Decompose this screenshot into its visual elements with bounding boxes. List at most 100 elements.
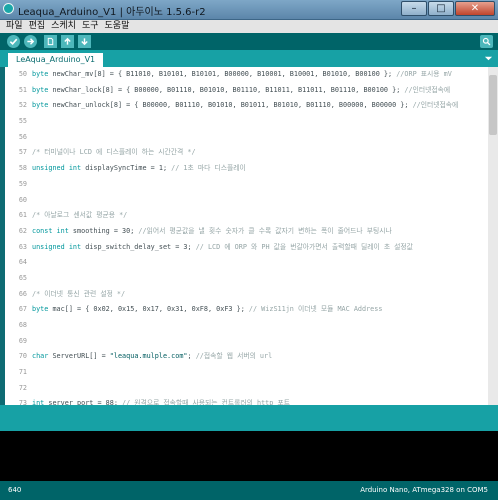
code-token: unsigned int xyxy=(32,242,82,251)
line-number: 61 xyxy=(18,211,27,220)
arduino-app-icon xyxy=(3,3,14,14)
code-text: byte newChar_lock[8] = { B00000, B01110,… xyxy=(32,83,450,99)
line-number: 50 xyxy=(18,70,27,78)
code-text: byte newChar_mv[8] = { B11010, B10101, B… xyxy=(32,67,452,83)
code-token: displaySyncTime = 1; xyxy=(81,164,172,173)
editor-scrollbar[interactable] xyxy=(488,67,498,405)
minimize-button[interactable]: – xyxy=(401,1,427,16)
line-number: 71 xyxy=(18,368,27,377)
line-number: 63 xyxy=(18,242,27,251)
code-token: // WizS11jn 이더넷 모듈 MAC Address xyxy=(248,305,383,314)
line-number: 60 xyxy=(18,195,27,204)
line-number: 68 xyxy=(18,321,27,329)
menu-bar: 파일 편집 스케치 도구 도움말 xyxy=(0,20,498,33)
code-token: //인터넷접속에 xyxy=(412,101,459,110)
code-line: 70 char ServerURL[] = "leaqua.mulple.com"… xyxy=(5,349,488,365)
line-number: 52 xyxy=(18,101,27,110)
code-text: int server_port = 88; // 원격으로 접속할때 사용되는 … xyxy=(32,396,290,405)
code-token: //읽어서 평균값을 낼 횟수 숫자가 클 수록 값자기 변하는 폭이 줄어드나… xyxy=(138,226,392,235)
verify-button[interactable] xyxy=(7,35,20,48)
code-text: unsigned int disp_switch_delay_set = 3; … xyxy=(32,240,413,256)
code-token: smoothing = 30; xyxy=(68,226,139,235)
arrow-right-icon xyxy=(27,38,35,45)
code-token: ServerURL[] = xyxy=(48,352,110,361)
code-token: const int xyxy=(32,226,69,235)
new-file-icon xyxy=(47,37,54,46)
code-line: 66 /* 이더넷 통신 관련 설정 */ xyxy=(5,287,488,303)
code-text: char ServerURL[] = "leaqua.mulple.com"; … xyxy=(32,349,272,365)
code-line: 56 xyxy=(5,130,488,146)
code-token: ; xyxy=(187,352,196,361)
status-bar: 640 Arduino Nano, ATmega328 on COM5 xyxy=(0,481,498,500)
code-line: 67 byte mac[] = { 0x02, 0x15, 0x17, 0x31,… xyxy=(5,302,488,318)
code-token: "leaqua.mulple.com" xyxy=(109,352,188,361)
line-number: 69 xyxy=(18,336,27,345)
line-number-indicator: 640 xyxy=(8,486,22,494)
close-button[interactable]: ✕ xyxy=(455,1,495,16)
line-number: 59 xyxy=(18,179,27,188)
menu-sketch[interactable]: 스케치 xyxy=(48,20,79,33)
code-line: 63 unsigned int disp_switch_delay_set = 3… xyxy=(5,240,488,256)
code-token: // LCD 에 ORP 와 PH 값을 번갈아가면서 출력할때 딜레이 초 설… xyxy=(195,242,413,251)
code-line: 55 xyxy=(5,114,488,130)
maximize-button[interactable]: □ xyxy=(428,1,454,16)
tab-bar: LeAqua_Arduino_V1 xyxy=(0,50,498,67)
code-token: disp_switch_delay_set = 3; xyxy=(81,242,196,251)
serial-monitor-button[interactable] xyxy=(480,35,493,48)
window-title: Leaqua_Arduino_V1 | 아두이노 1.5.6-r2 xyxy=(18,7,206,18)
tab-menu-arrow-icon[interactable] xyxy=(484,54,493,63)
check-icon xyxy=(9,38,18,46)
new-button[interactable] xyxy=(44,35,57,48)
upload-button[interactable] xyxy=(24,35,37,48)
menu-file[interactable]: 파일 xyxy=(0,20,26,33)
line-number: 70 xyxy=(18,352,27,361)
code-line: 68 xyxy=(5,318,488,334)
code-editor[interactable]: 50 byte newChar_mv[8] = { B11010, B10101,… xyxy=(5,67,488,405)
ide-window: Leaqua_Arduino_V1 | 아두이노 1.5.6-r2 – □ ✕ … xyxy=(0,0,498,500)
code-line: 57 /* 터미널이나 LCD 에 디스플레이 하는 시간간격 */ xyxy=(5,145,488,161)
code-text: byte newChar_unlock[8] = { B00000, B0111… xyxy=(32,98,458,114)
code-token: newChar_unlock[8] = { B00000, B01110, B0… xyxy=(48,101,413,110)
code-text: unsigned int displaySyncTime = 1; // 1초 … xyxy=(32,161,246,177)
arrow-down-icon xyxy=(81,38,88,46)
scrollbar-thumb[interactable] xyxy=(489,75,497,135)
code-text: /* 터미널이나 LCD 에 디스플레이 하는 시간간격 */ xyxy=(32,145,196,161)
line-number: 62 xyxy=(18,226,27,235)
code-token: /* 아날로그 센서값 평균용 */ xyxy=(32,211,128,220)
tab-leaqua-arduino-v1[interactable]: LeAqua_Arduino_V1 xyxy=(8,53,104,67)
line-number: 58 xyxy=(18,164,27,173)
title-bar: Leaqua_Arduino_V1 | 아두이노 1.5.6-r2 – □ ✕ xyxy=(0,0,498,20)
arrow-up-icon xyxy=(64,37,71,45)
board-port-indicator: Arduino Nano, ATmega328 on COM5 xyxy=(360,486,488,494)
code-token: byte xyxy=(32,70,49,78)
line-number: 65 xyxy=(18,273,27,282)
line-number: 51 xyxy=(18,85,27,94)
code-token: byte xyxy=(32,101,49,110)
code-line: 69 xyxy=(5,334,488,350)
code-token: //접속할 웹 서버의 url xyxy=(195,352,273,361)
line-number: 72 xyxy=(18,383,27,392)
menu-tools[interactable]: 도구 xyxy=(79,20,102,33)
code-line: 71 xyxy=(5,365,488,381)
code-line: 72 xyxy=(5,381,488,397)
code-token: /* 이더넷 통신 관련 설정 */ xyxy=(32,289,126,298)
code-line: 60 xyxy=(5,193,488,209)
code-line: 65 xyxy=(5,271,488,287)
line-number: 57 xyxy=(18,148,27,157)
code-line: 61 /* 아날로그 센서값 평균용 */ xyxy=(5,208,488,224)
code-token: byte xyxy=(32,305,49,314)
code-token: /* 터미널이나 LCD 에 디스플레이 하는 시간간격 */ xyxy=(32,148,196,157)
code-token: // 1초 마다 디스플레이 xyxy=(171,164,246,173)
code-line: 64 xyxy=(5,255,488,271)
code-token: mac[] = { 0x02, 0x15, 0x17, 0x31, 0xF8, … xyxy=(48,305,249,314)
line-number: 56 xyxy=(18,132,27,141)
line-number: 66 xyxy=(18,289,27,298)
code-token: newChar_lock[8] = { B00000, B01110, B010… xyxy=(48,85,405,94)
code-text: /* 이더넷 통신 관련 설정 */ xyxy=(32,287,125,303)
menu-edit[interactable]: 편집 xyxy=(26,20,49,33)
menu-help[interactable]: 도움말 xyxy=(102,20,133,33)
code-line: 62 const int smoothing = 30; //읽어서 평균값을 낼… xyxy=(5,224,488,240)
magnifier-icon xyxy=(482,37,491,46)
save-button[interactable] xyxy=(78,35,91,48)
open-button[interactable] xyxy=(61,35,74,48)
